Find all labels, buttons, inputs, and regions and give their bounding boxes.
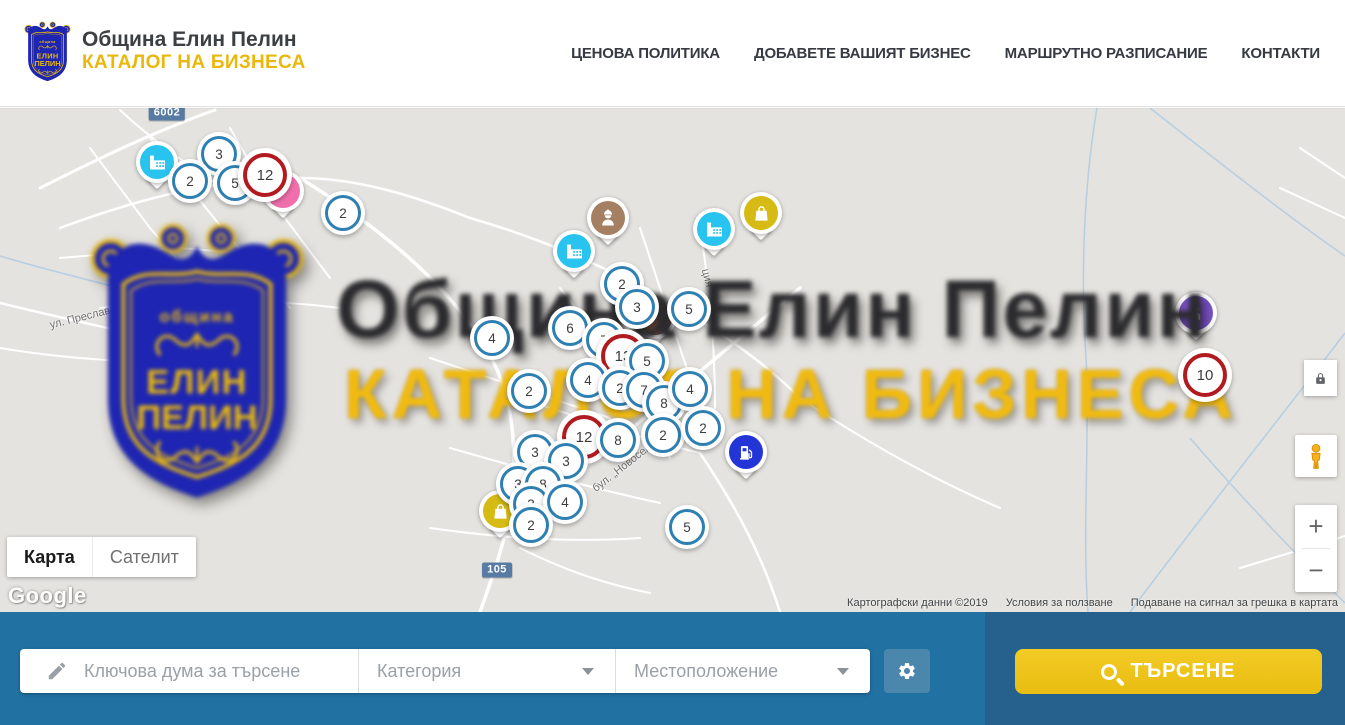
brand-title: Община Елин Пелин xyxy=(82,28,306,52)
zoom-in-button[interactable]: + xyxy=(1295,505,1337,548)
zoom-out-button[interactable]: − xyxy=(1295,549,1337,592)
report-map-error-link[interactable]: Подаване на сигнал за грешка в картата xyxy=(1131,597,1338,609)
chevron-down-icon xyxy=(837,668,849,675)
google-logo[interactable]: Google xyxy=(8,583,87,609)
pencil-icon xyxy=(46,660,68,682)
keyword-field-wrap xyxy=(20,649,359,693)
search-filters: Категория Местоположение xyxy=(20,649,870,693)
brand-subtitle: КАТАЛОГ НА БИЗНЕСА xyxy=(82,52,306,74)
cluster-marker[interactable]: 2 xyxy=(168,159,212,203)
search-icon xyxy=(1101,664,1117,680)
cluster-marker[interactable]: 5 xyxy=(667,287,711,331)
cluster-marker[interactable]: 2 xyxy=(321,191,365,235)
search-submit-button[interactable]: ТЪРСЕНЕ xyxy=(1015,649,1322,694)
cluster-marker[interactable]: 4 xyxy=(668,367,712,411)
cluster-marker[interactable]: 10 xyxy=(1178,348,1232,402)
map-type-button-map[interactable]: Карта xyxy=(7,537,92,577)
street-view-pegman-button[interactable] xyxy=(1295,435,1337,477)
attribution-copyright: Картографски данни ©2019 xyxy=(847,597,988,609)
category-select[interactable]: Категория xyxy=(359,649,616,693)
gear-icon xyxy=(897,661,917,681)
nav-item-add-business[interactable]: ДОБАВЕТЕ ВАШИЯТ БИЗНЕС xyxy=(754,45,971,62)
keyword-search-input[interactable] xyxy=(84,661,324,682)
nav-item-route-schedule[interactable]: МАРШРУТНО РАЗПИСАНИЕ xyxy=(1005,45,1208,62)
cluster-marker[interactable]: 2 xyxy=(641,413,685,457)
cluster-marker[interactable]: 2 xyxy=(681,406,725,450)
cluster-marker[interactable]: 4 xyxy=(470,316,514,360)
map-type-button-satellite[interactable]: Сателит xyxy=(92,537,196,577)
pegman-icon xyxy=(1305,442,1327,471)
chevron-down-icon xyxy=(582,668,594,675)
cluster-marker[interactable]: 3 xyxy=(615,285,659,329)
search-button-label: ТЪРСЕНЕ xyxy=(1130,660,1235,683)
terms-of-use-link[interactable]: Условия за ползване xyxy=(1006,597,1113,609)
advanced-settings-button[interactable] xyxy=(884,649,930,693)
location-select[interactable]: Местоположение xyxy=(616,649,870,693)
main-nav: ЦЕНОВА ПОЛИТИКА ДОБАВЕТЕ ВАШИЯТ БИЗНЕС М… xyxy=(571,0,1320,107)
map-type-control: Карта Сателит xyxy=(7,537,196,577)
cluster-marker[interactable]: 2 xyxy=(509,503,553,547)
category-select-label: Категория xyxy=(377,661,461,682)
location-select-label: Местоположение xyxy=(634,661,778,682)
cluster-marker[interactable]: 8 xyxy=(596,418,640,462)
cluster-marker[interactable]: 5 xyxy=(665,505,709,549)
cluster-marker[interactable]: 12 xyxy=(238,148,292,202)
search-bar: Категория Местоположение ТЪРСЕНЕ xyxy=(0,612,1345,725)
nav-item-pricing[interactable]: ЦЕНОВА ПОЛИТИКА xyxy=(571,45,720,62)
brand-logo-link[interactable]: Община Елин Пелин КАТАЛОГ НА БИЗНЕСА xyxy=(24,19,306,83)
map-canvas[interactable]: ул. Преславбул. „Новоселция6002105 Общин… xyxy=(0,108,1345,612)
header: Община Елин Пелин КАТАЛОГ НА БИЗНЕСА ЦЕН… xyxy=(0,0,1345,107)
map-attribution: Картографски данни ©2019 Условия за полз… xyxy=(847,597,1338,609)
cluster-marker[interactable]: 2 xyxy=(507,369,551,413)
lock-control-button[interactable] xyxy=(1304,360,1337,396)
lock-icon xyxy=(1314,371,1327,386)
nav-item-contacts[interactable]: КОНТАКТИ xyxy=(1241,45,1320,62)
zoom-control: + − xyxy=(1295,505,1337,592)
clusters-layer: 325122235671354242784221283338342510 xyxy=(0,108,1345,612)
municipality-crest-logo xyxy=(24,19,71,83)
